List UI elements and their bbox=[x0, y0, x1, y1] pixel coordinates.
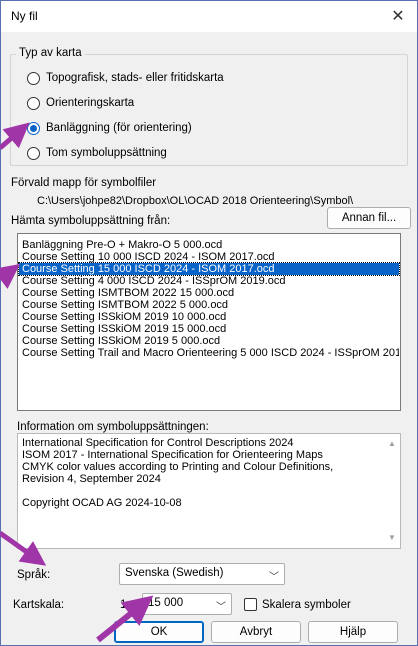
list-item[interactable]: Course Setting 4 000 ISCD 2024 - ISSprOM… bbox=[19, 275, 399, 287]
scale-label: Kartskala: bbox=[13, 599, 65, 611]
scale-value: 15 000 bbox=[148, 597, 184, 609]
radio-label: Topografisk, stads- eller fritidskarta bbox=[46, 72, 224, 84]
list-item[interactable]: Course Setting ISSkiOM 2019 10 000.ocd bbox=[19, 311, 399, 323]
info-line: CMYK color values according to Printing … bbox=[22, 461, 334, 473]
title-bar: Ny fil ✕ bbox=[1, 1, 417, 33]
radio-button-selected[interactable] bbox=[27, 121, 40, 135]
info-textarea[interactable]: International Specification for Control … bbox=[17, 433, 401, 549]
info-line: Revision 4, September 2024 bbox=[22, 473, 161, 485]
chevron-down-icon: ﹀ bbox=[269, 572, 279, 583]
list-item[interactable]: Course Setting ISMTBOM 2022 5 000.ocd bbox=[19, 299, 399, 311]
radio-button[interactable] bbox=[27, 71, 40, 85]
radio-course-setting[interactable]: Banläggning (för orientering) bbox=[27, 119, 192, 137]
scroll-down-icon[interactable]: ▼ bbox=[385, 531, 399, 545]
language-value: Svenska (Swedish) bbox=[125, 567, 224, 579]
chevron-down-icon: ﹀ bbox=[216, 602, 226, 613]
scale-symbols-checkbox[interactable] bbox=[244, 598, 257, 611]
radio-empty-symbolset[interactable]: Tom symboluppsättning bbox=[27, 144, 167, 162]
radio-label: Banläggning (för orientering) bbox=[46, 122, 192, 134]
scroll-up-icon[interactable]: ▲ bbox=[385, 437, 399, 451]
info-line: Copyright OCAD AG 2024-10-08 bbox=[22, 497, 182, 509]
close-icon[interactable]: ✕ bbox=[385, 5, 411, 29]
info-label: Information om symboluppsättningen: bbox=[17, 421, 209, 433]
list-item[interactable]: Course Setting ISMTBOM 2022 15 000.ocd bbox=[19, 287, 399, 299]
radio-orienteering-map[interactable]: Orienteringskarta bbox=[27, 94, 134, 112]
radio-button[interactable] bbox=[27, 96, 40, 110]
new-file-dialog: Ny fil ✕ Typ av karta Topografisk, stads… bbox=[0, 0, 418, 646]
scale-symbols-label: Skalera symboler bbox=[262, 599, 351, 611]
ok-button[interactable]: OK bbox=[114, 621, 204, 643]
symbol-folder-path: C:\Users\johpe82\Dropbox\OL\OCAD 2018 Or… bbox=[37, 195, 354, 207]
radio-button[interactable] bbox=[27, 146, 40, 160]
language-label: Språk: bbox=[17, 569, 51, 581]
radio-label: Tom symboluppsättning bbox=[46, 147, 167, 159]
radio-label: Orienteringskarta bbox=[46, 97, 135, 109]
list-item[interactable]: Course Setting ISSkiOM 2019 5 000.ocd bbox=[19, 335, 399, 347]
list-item[interactable]: Course Setting Trail and Macro Orienteer… bbox=[19, 347, 399, 359]
language-select[interactable]: Svenska (Swedish) ﹀ bbox=[119, 563, 285, 585]
info-line: International Specification for Control … bbox=[22, 437, 294, 449]
list-item[interactable]: Course Setting ISSkiOM 2019 15 000.ocd bbox=[19, 323, 399, 335]
scale-prefix: 1 : bbox=[120, 599, 133, 611]
other-file-button[interactable]: Annan fil... bbox=[327, 207, 411, 229]
cancel-button[interactable]: Avbryt bbox=[211, 621, 301, 643]
symbolset-list[interactable]: Banläggning Pre-O + Makro-O 5 000.ocd Co… bbox=[17, 233, 401, 411]
window-title: Ny fil bbox=[11, 9, 38, 23]
info-scrollbar[interactable]: ▲ ▼ bbox=[385, 435, 399, 547]
list-item-selected[interactable]: Course Setting 15 000 ISCD 2024 - ISOM 2… bbox=[18, 262, 400, 276]
list-item[interactable]: Banläggning Pre-O + Makro-O 5 000.ocd bbox=[19, 239, 399, 251]
list-item[interactable]: Course Setting 10 000 ISCD 2024 - ISOM 2… bbox=[19, 251, 399, 263]
radio-topographic[interactable]: Topografisk, stads- eller fritidskarta bbox=[27, 69, 224, 87]
help-button[interactable]: Hjälp bbox=[308, 621, 398, 643]
scale-combo[interactable]: 15 000 ﹀ bbox=[142, 593, 232, 615]
fetch-label: Hämta symboluppsättning från: bbox=[11, 215, 171, 227]
info-line: ISOM 2017 - International Specification … bbox=[22, 449, 323, 461]
map-type-group-label: Typ av karta bbox=[16, 47, 85, 59]
symbol-folder-label: Förvald mapp för symbolfiler bbox=[11, 177, 157, 189]
